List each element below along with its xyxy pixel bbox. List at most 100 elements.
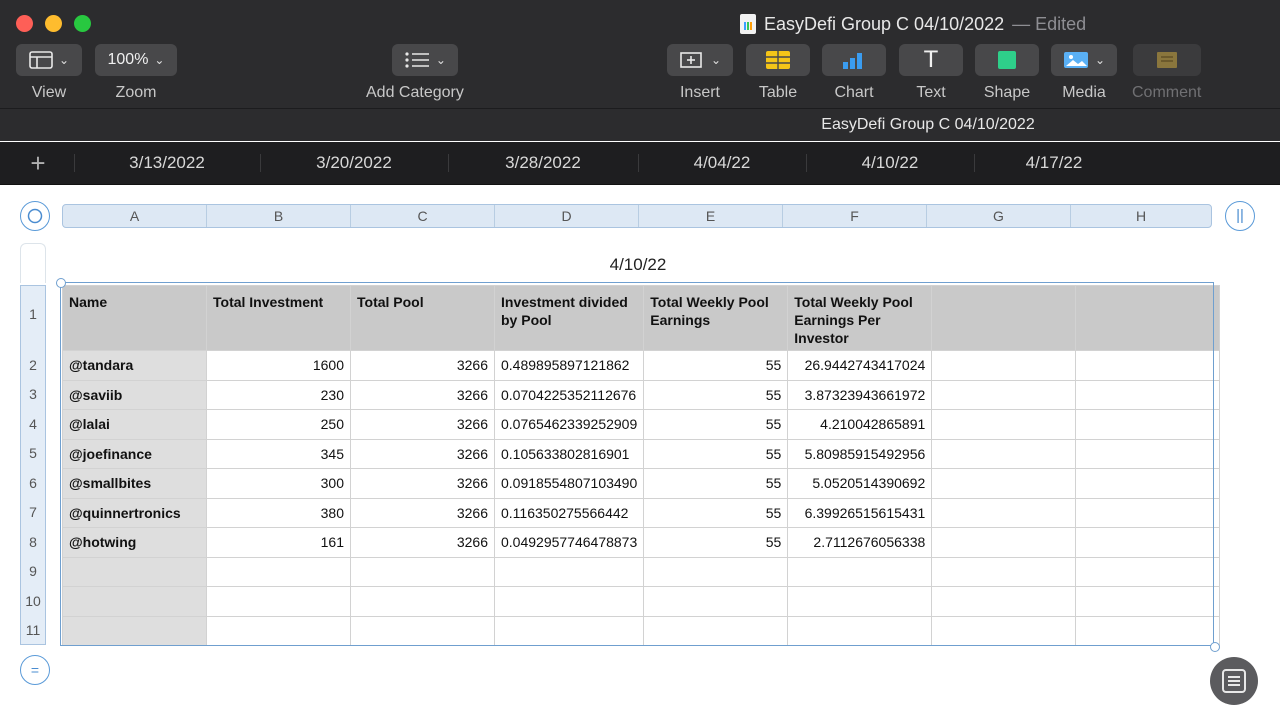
table-cell[interactable] bbox=[206, 615, 351, 646]
media-button[interactable]: ⌄ bbox=[1051, 44, 1117, 76]
column-header-e[interactable]: E bbox=[639, 205, 782, 227]
add-category-button[interactable]: ⌄ bbox=[391, 44, 458, 76]
table-cell[interactable]: @hotwing bbox=[62, 527, 207, 558]
text-button[interactable]: T bbox=[899, 44, 963, 76]
table-cell[interactable]: 55 bbox=[643, 409, 789, 440]
table-cell[interactable]: @lalai bbox=[62, 409, 207, 440]
table-move-handle[interactable] bbox=[56, 278, 66, 288]
column-header-c[interactable]: C bbox=[351, 205, 494, 227]
row-header-9[interactable]: 9 bbox=[21, 563, 45, 579]
table-cell[interactable]: 230 bbox=[206, 379, 351, 410]
row-header-10[interactable]: 10 bbox=[21, 593, 45, 609]
table-resize-handle[interactable] bbox=[1210, 642, 1220, 652]
table-cell[interactable] bbox=[62, 556, 207, 587]
media-control[interactable]: ⌄ Media bbox=[1051, 44, 1117, 102]
insert-control[interactable]: ⌄ Insert bbox=[667, 44, 733, 102]
table-cell[interactable]: 3266 bbox=[350, 438, 495, 469]
table-cell[interactable]: 3266 bbox=[350, 379, 495, 410]
table-control[interactable]: Table bbox=[746, 44, 810, 102]
table-cell[interactable] bbox=[493, 556, 645, 587]
table-cell[interactable]: 3266 bbox=[350, 497, 495, 528]
table-cell[interactable] bbox=[1075, 615, 1221, 646]
select-table-button[interactable] bbox=[20, 201, 50, 231]
table-cell[interactable]: 26.9442743417024 bbox=[787, 350, 933, 381]
table-cell[interactable] bbox=[643, 556, 789, 587]
table-cell[interactable] bbox=[931, 438, 1077, 469]
add-rows-button[interactable]: = bbox=[20, 655, 50, 685]
table-cell[interactable]: 300 bbox=[206, 468, 351, 499]
table-cell[interactable] bbox=[931, 468, 1077, 499]
table-cell[interactable]: 0.489895897121862 bbox=[493, 350, 645, 381]
table-cell[interactable] bbox=[350, 586, 495, 617]
zoom-control[interactable]: 100% ⌄ Zoom bbox=[95, 44, 177, 102]
table-cell[interactable] bbox=[931, 379, 1077, 410]
table-cell[interactable]: 5.0520514390692 bbox=[787, 468, 933, 499]
row-header-3[interactable]: 3 bbox=[21, 386, 45, 402]
table-button[interactable] bbox=[746, 44, 810, 76]
table-cell[interactable] bbox=[787, 615, 933, 646]
table-cell[interactable]: 0.105633802816901 bbox=[493, 438, 645, 469]
row-header-5[interactable]: 5 bbox=[21, 445, 45, 461]
table-cell[interactable] bbox=[931, 409, 1077, 440]
table-cell[interactable]: 55 bbox=[643, 497, 789, 528]
table-cell[interactable] bbox=[350, 556, 495, 587]
table-cell[interactable]: 380 bbox=[206, 497, 351, 528]
tab-4-10-22[interactable]: 4/10/22 bbox=[806, 142, 974, 184]
table-cell[interactable]: 55 bbox=[643, 379, 789, 410]
table-cell[interactable]: @smallbites bbox=[62, 468, 207, 499]
table-cell[interactable] bbox=[62, 615, 207, 646]
table-cell[interactable] bbox=[1075, 409, 1221, 440]
minimize-window-button[interactable] bbox=[45, 15, 62, 32]
tab-3-13-2022[interactable]: 3/13/2022 bbox=[74, 142, 260, 184]
column-header-a[interactable]: A bbox=[63, 205, 206, 227]
table-cell[interactable] bbox=[206, 556, 351, 587]
table-cell[interactable]: 3266 bbox=[350, 350, 495, 381]
table-cell[interactable] bbox=[493, 615, 645, 646]
table-cell[interactable] bbox=[931, 586, 1077, 617]
table-cell[interactable]: 1600 bbox=[206, 350, 351, 381]
header-cell[interactable] bbox=[1075, 285, 1221, 351]
table-cell[interactable]: 161 bbox=[206, 527, 351, 558]
column-header-b[interactable]: B bbox=[207, 205, 350, 227]
header-cell[interactable]: Total Pool bbox=[350, 285, 495, 351]
table-cell[interactable]: 0.0492957746478873 bbox=[493, 527, 645, 558]
text-control[interactable]: T Text bbox=[899, 44, 963, 102]
tab-4-04-22[interactable]: 4/04/22 bbox=[638, 142, 806, 184]
column-header-h[interactable]: H bbox=[1071, 205, 1211, 227]
table-cell[interactable]: @joefinance bbox=[62, 438, 207, 469]
close-window-button[interactable] bbox=[16, 15, 33, 32]
table-cell[interactable]: 4.210042865891 bbox=[787, 409, 933, 440]
table-cell[interactable] bbox=[931, 556, 1077, 587]
table-cell[interactable]: @quinnertronics bbox=[62, 497, 207, 528]
row-header-7[interactable]: 7 bbox=[21, 504, 45, 520]
table-cell[interactable]: 6.39926515615431 bbox=[787, 497, 933, 528]
row-header-1[interactable]: 1 bbox=[21, 306, 45, 322]
column-header-d[interactable]: D bbox=[495, 205, 638, 227]
table-cell[interactable] bbox=[1075, 468, 1221, 499]
table-cell[interactable] bbox=[62, 586, 207, 617]
fullscreen-window-button[interactable] bbox=[74, 15, 91, 32]
header-cell[interactable]: Total Weekly Pool Earnings bbox=[643, 285, 789, 351]
table-cell[interactable] bbox=[787, 556, 933, 587]
chart-control[interactable]: Chart bbox=[822, 44, 886, 102]
table-cell[interactable]: 0.0765462339252909 bbox=[493, 409, 645, 440]
table-cell[interactable]: 3266 bbox=[350, 409, 495, 440]
table-cell[interactable]: 0.0918554807103490 bbox=[493, 468, 645, 499]
tab-3-20-2022[interactable]: 3/20/2022 bbox=[260, 142, 448, 184]
zoom-button[interactable]: 100% ⌄ bbox=[95, 44, 177, 76]
header-cell[interactable]: Total Weekly Pool Earnings Per Investor bbox=[787, 285, 933, 351]
table-cell[interactable] bbox=[1075, 350, 1221, 381]
table-cell[interactable]: 55 bbox=[643, 350, 789, 381]
table-title[interactable]: 4/10/22 bbox=[538, 255, 738, 275]
header-cell[interactable]: Name bbox=[62, 285, 207, 351]
row-header-11[interactable]: 11 bbox=[21, 622, 45, 638]
table-cell[interactable] bbox=[1075, 527, 1221, 558]
table-cell[interactable] bbox=[931, 497, 1077, 528]
row-header-2[interactable]: 2 bbox=[21, 357, 45, 373]
column-header-g[interactable]: G bbox=[927, 205, 1070, 227]
table-cell[interactable]: @saviib bbox=[62, 379, 207, 410]
table-cell[interactable] bbox=[1075, 556, 1221, 587]
table-cell[interactable] bbox=[931, 615, 1077, 646]
header-cell[interactable] bbox=[931, 285, 1077, 351]
table-cell[interactable] bbox=[931, 350, 1077, 381]
